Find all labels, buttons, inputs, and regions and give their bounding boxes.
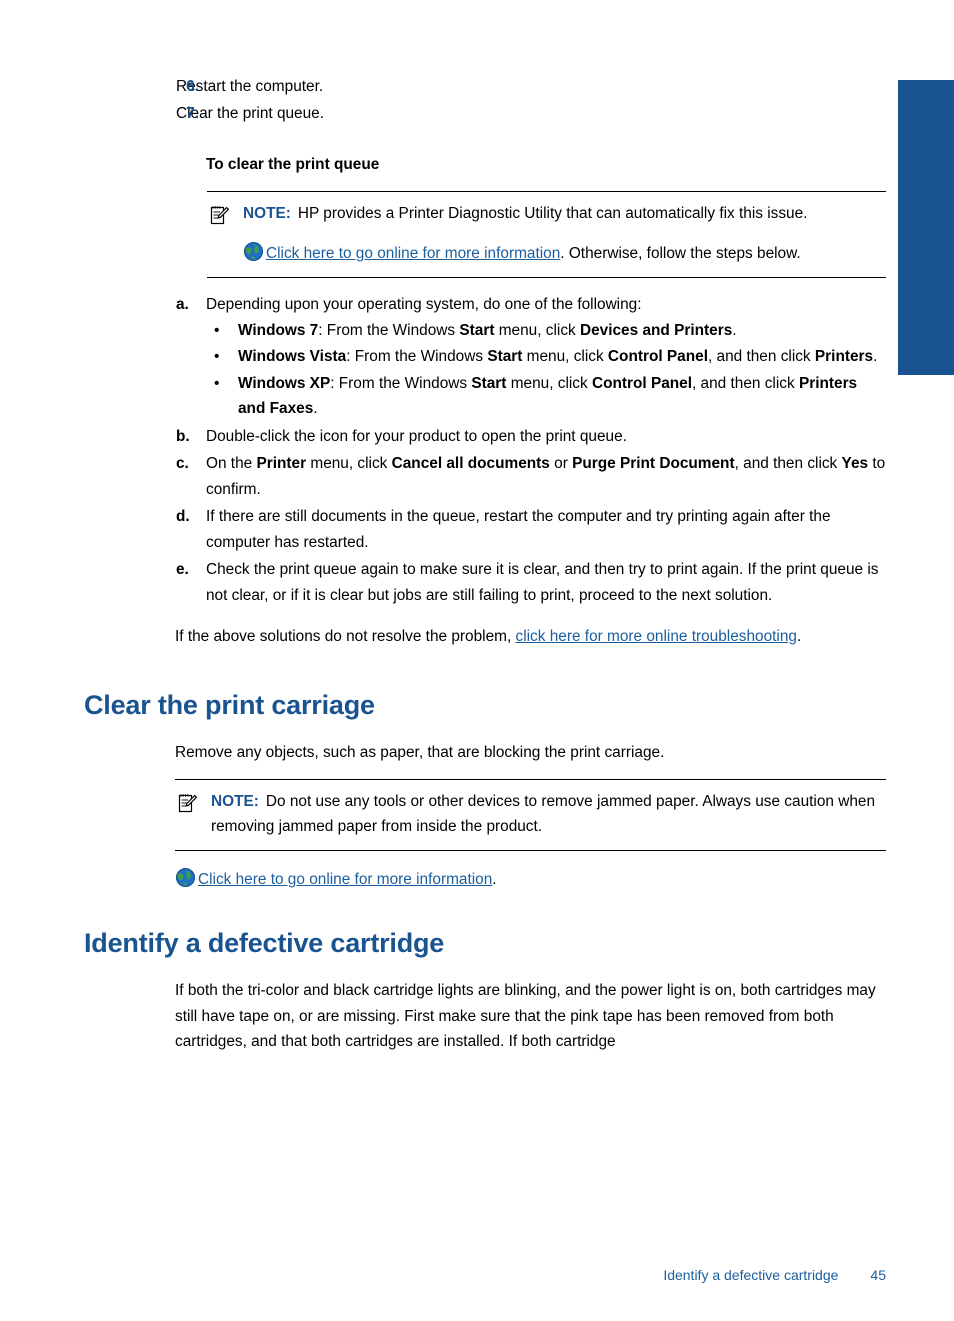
note-label: NOTE: [243, 205, 291, 222]
ui-term: Devices and Printers [579, 321, 733, 339]
numbered-step-list: 6. Restart the computer. 7. Clear the pr… [84, 74, 886, 127]
note-link-paragraph: Click here to go online for more informa… [207, 241, 886, 266]
section-heading-identify-defective-cartridge: Identify a defective cartridge [84, 928, 445, 958]
online-troubleshooting-link[interactable]: click here for more online troubleshooti… [516, 628, 797, 645]
lettered-step-e: e. Check the print queue again to make s… [84, 557, 886, 608]
ui-term: Printers [814, 348, 874, 365]
note-label: NOTE: [211, 793, 259, 810]
step-text: If there are still documents in the queu… [206, 508, 831, 551]
page-content: 6. Restart the computer. 7. Clear the pr… [84, 74, 886, 1055]
bullet-windows-vista: • Windows Vista: From the Windows Start … [206, 344, 886, 370]
side-tab-label: Solve a problem [918, 480, 934, 596]
step-text: On the [206, 455, 257, 472]
step-marker: e. [176, 561, 189, 578]
bullet-text: . [313, 400, 318, 417]
note-box-jammed-paper: NOTE: Do not use any tools or other devic… [175, 779, 886, 851]
closing-text: If the above solutions do not resolve th… [175, 628, 516, 645]
footer-section-title: Identify a defective cartridge [663, 1267, 839, 1283]
os-bullet-list: • Windows 7: From the Windows Start menu… [206, 318, 886, 422]
step-text: menu, click [306, 455, 392, 472]
ui-term: Printer [256, 455, 307, 472]
lettered-step-list: a. Depending upon your operating system,… [84, 292, 886, 608]
closing-paragraph: If the above solutions do not resolve th… [175, 624, 886, 650]
os-name: Windows XP [238, 374, 331, 392]
numbered-step-6: 6. Restart the computer. [84, 74, 886, 100]
document-page: Solve a problem 6. Restart the computer.… [0, 0, 954, 1321]
carriage-online-link-row: Click here to go online for more informa… [175, 867, 886, 892]
ui-term: Start [459, 321, 495, 339]
globe-icon [243, 241, 264, 262]
bullet-windows-xp: • Windows XP: From the Windows Start men… [206, 371, 886, 422]
step-marker: b. [176, 427, 190, 445]
online-info-link[interactable]: Click here to go online for more informa… [266, 245, 560, 262]
note-text: HP provides a Printer Diagnostic Utility… [297, 205, 808, 222]
bullet-dot-icon: • [214, 374, 220, 392]
os-name: Windows Vista [238, 348, 347, 365]
bullet-text: : From the Windows [318, 321, 460, 339]
side-tab-solve-a-problem: Solve a problem [898, 80, 954, 596]
step-text: Depending upon your operating system, do… [206, 296, 642, 313]
step-text: Check the print queue again to make sure… [206, 561, 879, 604]
ui-term: Start [487, 348, 523, 365]
bullet-dot-icon: • [214, 348, 220, 365]
ui-term: Purge Print Document [572, 455, 735, 472]
note-link-suffix: . Otherwise, follow the steps below. [560, 245, 801, 262]
note-pad-pencil-icon [177, 792, 199, 814]
bullet-text: . [873, 348, 878, 365]
bullet-text: , and then click [707, 348, 815, 365]
bullet-text: : From the Windows [346, 348, 488, 365]
lettered-step-a: a. Depending upon your operating system,… [84, 292, 886, 422]
step-marker: a. [176, 296, 189, 313]
note-box-printer-diagnostic: NOTE: HP provides a Printer Diagnostic Ut… [207, 191, 886, 278]
ui-term: Cancel all documents [391, 455, 550, 472]
page-footer: Identify a defective cartridge 45 [84, 1267, 886, 1283]
step-marker: 7. [186, 105, 199, 122]
link-suffix: . [492, 871, 497, 888]
bullet-windows-7: • Windows 7: From the Windows Start menu… [206, 318, 886, 344]
bullet-text: , and then click [692, 374, 799, 392]
ui-term: Control Panel [607, 348, 708, 365]
ui-term: Yes [841, 455, 869, 472]
sub-heading-clear-print-queue: To clear the print queue [206, 156, 380, 173]
note-text: Do not use any tools or other devices to… [211, 793, 876, 835]
step-text: or [549, 455, 573, 472]
step-text: , and then click [734, 455, 842, 472]
carriage-paragraph: Remove any objects, such as paper, that … [175, 743, 665, 761]
bullet-text: menu, click [506, 374, 592, 392]
numbered-step-7: 7. Clear the print queue. [84, 101, 886, 127]
note-row: NOTE: Do not use any tools or other devic… [175, 789, 886, 839]
step-marker: c. [176, 455, 189, 472]
globe-icon [175, 867, 196, 888]
section-heading-clear-print-carriage: Clear the print carriage [84, 689, 375, 720]
footer-page-number: 45 [870, 1267, 886, 1283]
bullet-dot-icon: • [214, 321, 220, 339]
ui-term: Control Panel [591, 374, 692, 392]
note-pad-pencil-icon [209, 204, 231, 226]
closing-text: . [796, 628, 802, 645]
bullet-text: menu, click [522, 348, 608, 365]
note-row: NOTE: HP provides a Printer Diagnostic Ut… [207, 201, 886, 226]
lettered-step-c: c. On the Printer menu, click Cancel all… [84, 451, 886, 502]
os-name: Windows 7 [238, 321, 319, 339]
bullet-text: menu, click [494, 321, 580, 339]
step-text: Double-click the icon for your product t… [206, 427, 627, 445]
bullet-text: . [732, 321, 737, 339]
lettered-step-d: d. If there are still documents in the q… [84, 504, 886, 555]
online-info-link[interactable]: Click here to go online for more informa… [198, 871, 492, 888]
cartridge-paragraph: If both the tri-color and black cartridg… [175, 982, 876, 1050]
lettered-step-b: b. Double-click the icon for your produc… [84, 424, 886, 450]
bullet-text: : From the Windows [330, 374, 472, 392]
step-marker: 6. [186, 78, 199, 95]
step-marker: d. [176, 508, 190, 525]
ui-term: Start [471, 374, 507, 392]
